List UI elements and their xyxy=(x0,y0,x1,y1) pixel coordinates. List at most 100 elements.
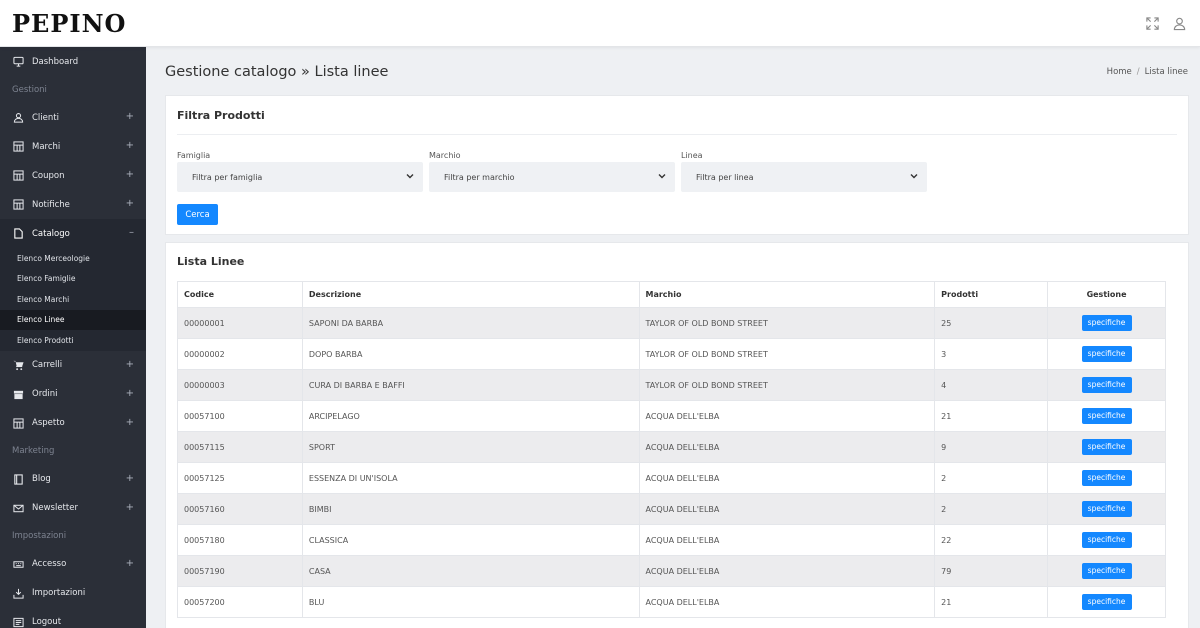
brand-logo[interactable]: PEPINO xyxy=(12,9,126,38)
filter-title: Filtra Prodotti xyxy=(177,109,265,122)
expand-toggle[interactable]: + xyxy=(126,140,134,151)
column-header-marchio[interactable]: Marchio xyxy=(638,281,936,308)
sidebar-subitem-elenco-linee[interactable]: Elenco Linee xyxy=(0,309,146,330)
specifiche-button[interactable]: specifiche xyxy=(1081,315,1132,331)
expand-toggle[interactable]: + xyxy=(126,359,134,370)
expand-toggle[interactable]: + xyxy=(126,558,134,569)
sidebar-item-label: Dashboard xyxy=(32,56,79,67)
expand-icon[interactable] xyxy=(1143,14,1161,32)
linea-select-value: Filtra per linea xyxy=(696,172,754,182)
table-row: 00057190 CASA ACQUA DELL'ELBA 79 specifiche xyxy=(177,555,1166,587)
sidebar-item-dashboard[interactable]: Dashboard xyxy=(0,47,146,76)
sidebar-section-gestioni: Gestioni xyxy=(12,84,47,95)
sidebar-item-marchi[interactable]: Marchi + xyxy=(0,132,146,161)
collapse-toggle[interactable]: – xyxy=(129,227,134,238)
sidebar-item-carrelli[interactable]: Carrelli + xyxy=(0,351,146,380)
main-content: Gestione catalogo » Lista linee Home / Lis… xyxy=(146,47,1200,628)
cell-gestione: specifiche xyxy=(1047,431,1166,463)
cart-icon xyxy=(12,359,24,371)
marchio-select[interactable]: Filtra per marchio xyxy=(429,162,675,192)
expand-toggle[interactable]: + xyxy=(126,198,134,209)
famiglia-select-value: Filtra per famiglia xyxy=(192,172,263,182)
specifiche-button[interactable]: specifiche xyxy=(1081,470,1132,486)
sidebar-item-label: Catalogo xyxy=(32,228,70,239)
expand-toggle[interactable]: + xyxy=(126,111,134,122)
specifiche-button[interactable]: specifiche xyxy=(1081,594,1132,610)
sidebar-item-label: Logout xyxy=(32,617,62,627)
table-row: 00057200 BLU ACQUA DELL'ELBA 21 specifiche xyxy=(177,586,1166,618)
specifiche-button[interactable]: specifiche xyxy=(1081,346,1132,362)
sidebar-subitem-elenco-merceologie[interactable]: Elenco Merceologie xyxy=(0,248,146,269)
table-row: 00057115 SPORT ACQUA DELL'ELBA 9 specifiche xyxy=(177,431,1166,463)
linea-select[interactable]: Filtra per linea xyxy=(681,162,927,192)
grid-icon xyxy=(12,141,24,153)
sidebar-item-label: Marchi xyxy=(32,141,61,152)
famiglia-label: Famiglia xyxy=(177,151,211,160)
table-row: 00057160 BIMBI ACQUA DELL'ELBA 2 specifiche xyxy=(177,493,1166,525)
cell-prodotti: 21 xyxy=(934,400,1049,432)
famiglia-select[interactable]: Filtra per famiglia xyxy=(177,162,423,192)
keyboard-icon xyxy=(12,558,24,570)
cell-marchio: TAYLOR OF OLD BOND STREET xyxy=(638,338,936,370)
specifiche-button[interactable]: specifiche xyxy=(1081,563,1132,579)
sidebar-subitem-elenco-marchi[interactable]: Elenco Marchi xyxy=(0,289,146,310)
cell-gestione: specifiche xyxy=(1047,338,1166,370)
breadcrumb-home[interactable]: Home xyxy=(1107,67,1132,77)
sidebar-item-accesso[interactable]: Accesso + xyxy=(0,550,146,579)
cell-gestione: specifiche xyxy=(1047,462,1166,494)
cell-marchio: TAYLOR OF OLD BOND STREET xyxy=(638,369,936,401)
sidebar-subitem-elenco-famiglie[interactable]: Elenco Famiglie xyxy=(0,268,146,289)
list-title: Lista Linee xyxy=(177,255,245,268)
cell-prodotti: 2 xyxy=(934,462,1049,494)
filter-card: Filtra Prodotti Famiglia Filtra per fami… xyxy=(165,95,1189,235)
column-header-gestione: Gestione xyxy=(1047,281,1166,308)
cell-descrizione: SPORT xyxy=(301,431,640,463)
cell-prodotti: 4 xyxy=(934,369,1049,401)
chevron-down-icon xyxy=(658,174,666,179)
cell-codice: 00057100 xyxy=(177,400,303,432)
column-header-prodotti[interactable]: Prodotti xyxy=(934,281,1049,308)
breadcrumb: Home / Lista linee xyxy=(1107,67,1188,77)
sidebar-item-blog[interactable]: Blog + xyxy=(0,465,146,494)
book-icon xyxy=(12,473,24,485)
expand-toggle[interactable]: + xyxy=(126,417,134,428)
user-icon[interactable] xyxy=(1170,14,1188,32)
table-header-row: Codice Descrizione Marchio Prodotti Gest… xyxy=(177,281,1166,308)
sidebar-item-aspetto[interactable]: Aspetto + xyxy=(0,409,146,438)
cell-prodotti: 22 xyxy=(934,524,1049,556)
cell-gestione: specifiche xyxy=(1047,493,1166,525)
column-header-descrizione[interactable]: Descrizione xyxy=(301,281,640,308)
specifiche-button[interactable]: specifiche xyxy=(1081,501,1132,517)
specifiche-button[interactable]: specifiche xyxy=(1081,439,1132,455)
sidebar-item-logout[interactable]: Logout xyxy=(0,608,146,628)
box-icon xyxy=(12,388,24,400)
column-header-codice[interactable]: Codice xyxy=(177,281,303,308)
sidebar-subitem-elenco-prodotti[interactable]: Elenco Prodotti xyxy=(0,330,146,351)
expand-toggle[interactable]: + xyxy=(126,169,134,180)
expand-toggle[interactable]: + xyxy=(126,502,134,513)
logout-icon xyxy=(12,616,24,628)
table-row: 00000003 CURA DI BARBA E BAFFI TAYLOR OF O… xyxy=(177,369,1166,401)
expand-toggle[interactable]: + xyxy=(126,388,134,399)
sidebar-item-newsletter[interactable]: Newsletter + xyxy=(0,494,146,523)
sidebar-item-ordini[interactable]: Ordini + xyxy=(0,380,146,409)
sidebar-item-clienti[interactable]: Clienti + xyxy=(0,103,146,132)
sidebar-item-coupon[interactable]: Coupon + xyxy=(0,161,146,190)
sidebar-item-notifiche[interactable]: Notifiche + xyxy=(0,190,146,219)
sidebar-item-catalogo[interactable]: Catalogo – xyxy=(0,219,146,248)
cell-codice: 00000003 xyxy=(177,369,303,401)
expand-toggle[interactable]: + xyxy=(126,473,134,484)
cell-gestione: specifiche xyxy=(1047,555,1166,587)
specifiche-button[interactable]: specifiche xyxy=(1081,532,1132,548)
cell-codice: 00000001 xyxy=(177,307,303,339)
cell-gestione: specifiche xyxy=(1047,307,1166,339)
cell-gestione: specifiche xyxy=(1047,586,1166,618)
sidebar-item-importazioni[interactable]: Importazioni xyxy=(0,579,146,608)
cell-marchio: ACQUA DELL'ELBA xyxy=(638,524,936,556)
cell-prodotti: 79 xyxy=(934,555,1049,587)
specifiche-button[interactable]: specifiche xyxy=(1081,377,1132,393)
cell-descrizione: SAPONI DA BARBA xyxy=(301,307,640,339)
search-button[interactable]: Cerca xyxy=(177,204,218,225)
specifiche-button[interactable]: specifiche xyxy=(1081,408,1132,424)
import-icon xyxy=(12,587,24,599)
